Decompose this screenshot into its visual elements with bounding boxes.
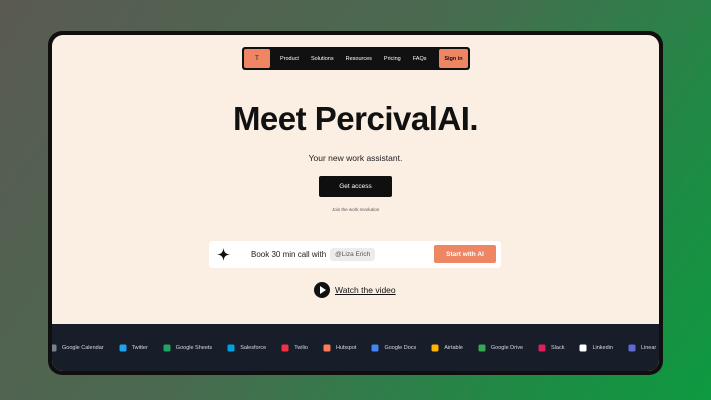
booking-label: Book 30 min call with bbox=[251, 250, 327, 259]
integration-item: Salesforce bbox=[227, 344, 266, 352]
integration-item: Google Calendar bbox=[52, 344, 104, 352]
booking-bar: Book 30 min call with @Liza Erich Start … bbox=[209, 241, 501, 268]
integration-name: Salesforce bbox=[240, 344, 267, 351]
integration-name: Hubspot bbox=[335, 344, 357, 351]
integrations-strip: Google Calendar Twitter Google Sheets Sales… bbox=[52, 324, 659, 371]
salesforce-icon bbox=[227, 344, 235, 352]
integration-item: Twitter bbox=[119, 344, 148, 352]
start-with-ai-button[interactable]: Start with AI bbox=[434, 245, 496, 263]
play-icon[interactable] bbox=[314, 282, 330, 298]
integration-item: Google Drive bbox=[478, 344, 523, 352]
integration-item: Google Sheets bbox=[163, 344, 212, 352]
integration-item: Hubspot bbox=[323, 344, 357, 352]
sign-in-button[interactable]: Sign in bbox=[439, 49, 468, 68]
integration-name: Google Drive bbox=[490, 344, 524, 351]
contact-tag[interactable]: @Liza Erich bbox=[330, 248, 376, 261]
google-sheets-icon bbox=[163, 344, 171, 352]
nav-item-faqs[interactable]: FAQs bbox=[407, 56, 433, 62]
integration-name: Airtable bbox=[444, 344, 463, 351]
integration-item: Google Docs bbox=[371, 344, 416, 352]
integration-name: Twilio bbox=[294, 344, 308, 351]
integration-item: Twilio bbox=[281, 344, 308, 352]
nav-item-solutions[interactable]: Solutions bbox=[305, 56, 340, 62]
integration-item: Slack bbox=[538, 344, 564, 352]
sparkle-icon bbox=[217, 248, 237, 261]
integration-item: Linear bbox=[628, 344, 656, 352]
top-nav: T Product Solutions Resources Pricing FA… bbox=[242, 47, 470, 70]
google-docs-icon bbox=[371, 344, 379, 352]
integration-name: Google Docs bbox=[384, 344, 417, 351]
twitter-icon bbox=[119, 344, 127, 352]
watch-video-label[interactable]: Watch the video bbox=[335, 285, 396, 295]
integration-name: Google Sheets bbox=[175, 344, 213, 351]
google-drive-icon bbox=[478, 344, 486, 352]
nav-item-pricing[interactable]: Pricing bbox=[378, 56, 407, 62]
nav-item-product[interactable]: Product bbox=[274, 56, 305, 62]
nav-item-resources[interactable]: Resources bbox=[340, 56, 378, 62]
linear-icon bbox=[628, 344, 636, 352]
hero-subtitle: Your new work assistant. bbox=[308, 153, 403, 163]
watch-video-link[interactable]: Watch the video bbox=[314, 281, 396, 299]
get-access-button[interactable]: Get access bbox=[319, 176, 392, 197]
integration-name: Twitter bbox=[131, 344, 148, 351]
hubspot-icon bbox=[323, 344, 331, 352]
hero-title: Meet PercivalAI. bbox=[232, 100, 479, 137]
integration-item: Linkedin bbox=[579, 344, 613, 352]
google-calendar-icon bbox=[52, 344, 57, 352]
logo[interactable]: T bbox=[244, 49, 270, 68]
twilio-icon bbox=[281, 344, 289, 352]
linkedin-icon bbox=[579, 344, 587, 352]
cta-note: Join the work revolution bbox=[331, 207, 380, 212]
integration-name: Slack bbox=[551, 344, 565, 351]
airtable-icon bbox=[431, 344, 439, 352]
integration-name: Linkedin bbox=[592, 344, 613, 351]
landing-page: T Product Solutions Resources Pricing FA… bbox=[52, 35, 659, 371]
slack-icon bbox=[538, 344, 546, 352]
integration-name: Google Calendar bbox=[62, 344, 104, 351]
integration-item: Airtable bbox=[431, 344, 463, 352]
integration-name: Linear bbox=[640, 344, 657, 351]
